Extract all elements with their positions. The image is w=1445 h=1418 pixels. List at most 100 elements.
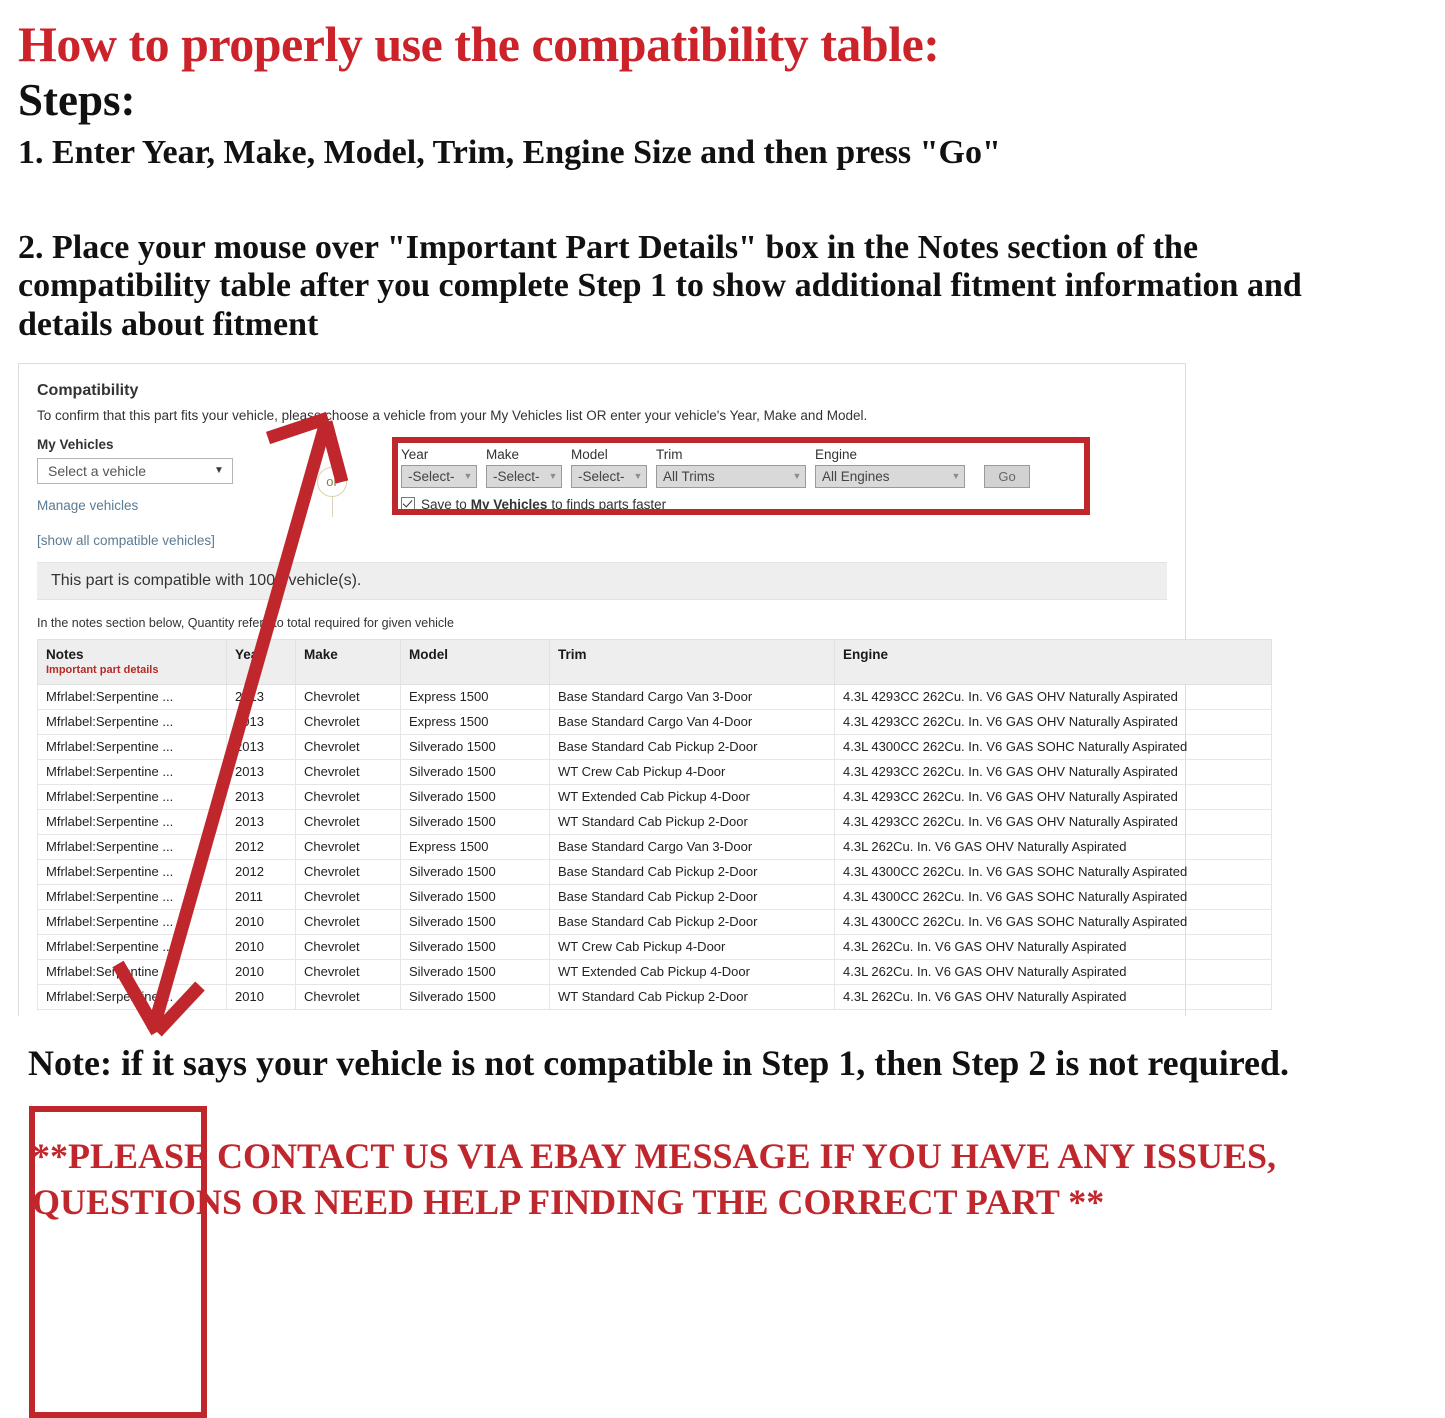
save-bold-label: My Vehicles	[470, 496, 548, 512]
cell-make: Chevrolet	[295, 758, 401, 785]
cell-model: Silverado 1500	[400, 808, 550, 835]
cell-notes[interactable]: Mfrlabel:Serpentine ...	[37, 708, 227, 735]
cell-engine: 4.3L 4300CC 262Cu. In. V6 GAS SOHC Natur…	[834, 733, 1272, 760]
cell-trim: Base Standard Cab Pickup 2-Door	[549, 733, 835, 760]
cell-year: 2012	[226, 858, 296, 885]
cell-year: 2010	[226, 908, 296, 935]
cell-trim: WT Crew Cab Pickup 4-Door	[549, 933, 835, 960]
cell-notes[interactable]: Mfrlabel:Serpentine ...	[37, 858, 227, 885]
year-select[interactable]: -Select- ▼	[401, 464, 477, 488]
column-header-notes-label: Notes	[46, 646, 84, 662]
ymm-field-group: Year -Select- ▼ Make -Select- ▼ Model -S…	[401, 447, 1167, 488]
compatibility-heading: Compatibility	[37, 381, 139, 399]
footer-contact-notice: **PLEASE CONTACT US VIA EBAY MESSAGE IF …	[32, 1135, 1277, 1223]
table-row: Mfrlabel:Serpentine ... 2013 Chevrolet Silv…	[37, 808, 1272, 835]
chevron-down-icon: ▼	[548, 471, 558, 482]
cell-make: Chevrolet	[295, 683, 401, 710]
cell-notes[interactable]: Mfrlabel:Serpentine ...	[37, 883, 227, 910]
cell-trim: WT Extended Cab Pickup 4-Door	[549, 783, 835, 810]
column-header-trim[interactable]: Trim	[549, 638, 835, 685]
or-badge: or	[317, 466, 347, 497]
cell-engine: 4.3L 4293CC 262Cu. In. V6 GAS OHV Natura…	[834, 708, 1272, 735]
or-divider-line-bottom	[331, 496, 333, 517]
column-header-make[interactable]: Make	[295, 638, 401, 685]
chevron-down-icon: ▼	[214, 465, 224, 477]
cell-trim: Base Standard Cargo Van 3-Door	[549, 683, 835, 710]
engine-select-value: All Engines	[822, 468, 890, 484]
cell-notes[interactable]: Mfrlabel:Serpentine ...	[37, 808, 227, 835]
table-row: Mfrlabel:Serpentine ... 2010 Chevrolet Silv…	[37, 908, 1272, 935]
cell-model: Silverado 1500	[400, 858, 550, 885]
cell-engine: 4.3L 4293CC 262Cu. In. V6 GAS OHV Natura…	[834, 683, 1272, 710]
cell-model: Silverado 1500	[400, 983, 550, 1010]
year-field: Year -Select- ▼	[401, 447, 477, 488]
compatibility-subtitle: To confirm that this part fits your vehi…	[37, 407, 868, 423]
cell-notes[interactable]: Mfrlabel:Serpentine ...	[37, 833, 227, 860]
save-to-my-vehicles-row[interactable]: Save to My Vehicles to finds parts faste…	[401, 497, 1167, 512]
chevron-down-icon: ▼	[463, 471, 473, 482]
table-body: Mfrlabel:Serpentine ... 2013 Chevrolet Expr…	[37, 683, 1272, 1010]
year-select-value: -Select-	[408, 468, 455, 484]
column-header-model[interactable]: Model	[400, 638, 550, 685]
save-vehicle-checkbox[interactable]	[401, 497, 415, 512]
cell-engine: 4.3L 4300CC 262Cu. In. V6 GAS SOHC Natur…	[834, 908, 1272, 935]
table-row: Mfrlabel:Serpentine ... 2013 Chevrolet Expr…	[37, 708, 1272, 735]
cell-notes[interactable]: Mfrlabel:Serpentine ...	[37, 983, 227, 1010]
cell-engine: 4.3L 262Cu. In. V6 GAS OHV Naturally Asp…	[834, 833, 1272, 860]
make-select[interactable]: -Select- ▼	[486, 464, 562, 488]
compatibility-panel: Compatibility To confirm that this part …	[18, 362, 1272, 1418]
cell-make: Chevrolet	[295, 708, 401, 735]
cell-engine: 4.3L 4300CC 262Cu. In. V6 GAS SOHC Natur…	[834, 858, 1272, 885]
go-button[interactable]: Go	[984, 464, 1030, 488]
my-vehicles-label: My Vehicles	[37, 436, 114, 452]
cell-trim: WT Extended Cab Pickup 4-Door	[549, 958, 835, 985]
table-row: Mfrlabel:Serpentine ... 2013 Chevrolet Silv…	[37, 733, 1272, 760]
cell-year: 2012	[226, 833, 296, 860]
cell-notes[interactable]: Mfrlabel:Serpentine ...	[37, 783, 227, 810]
make-field: Make -Select- ▼	[486, 447, 562, 488]
column-header-year[interactable]: Year	[226, 638, 296, 685]
compatible-count-banner: This part is compatible with 1000 vehicl…	[37, 561, 1167, 600]
cell-engine: 4.3L 262Cu. In. V6 GAS OHV Naturally Asp…	[834, 933, 1272, 960]
column-header-notes[interactable]: Notes Important part details	[37, 638, 227, 685]
column-header-engine[interactable]: Engine	[834, 638, 1272, 685]
cell-year: 2013	[226, 708, 296, 735]
cell-trim: Base Standard Cargo Van 4-Door	[549, 708, 835, 735]
cell-year: 2011	[226, 883, 296, 910]
cell-year: 2010	[226, 933, 296, 960]
table-row: Mfrlabel:Serpentine ... 2013 Chevrolet Silv…	[37, 783, 1272, 810]
step-1-text: 1. Enter Year, Make, Model, Trim, Engine…	[18, 133, 1001, 171]
cell-model: Express 1500	[400, 833, 550, 860]
model-select[interactable]: -Select- ▼	[571, 464, 647, 488]
cell-make: Chevrolet	[295, 808, 401, 835]
cell-year: 2013	[226, 733, 296, 760]
cell-notes[interactable]: Mfrlabel:Serpentine ...	[37, 958, 227, 985]
vehicle-select-dropdown[interactable]: Select a vehicle ▼	[37, 457, 233, 484]
cell-model: Silverado 1500	[400, 758, 550, 785]
cell-make: Chevrolet	[295, 733, 401, 760]
cell-engine: 4.3L 4293CC 262Cu. In. V6 GAS OHV Natura…	[834, 758, 1272, 785]
steps-heading: Steps:	[18, 74, 136, 125]
trim-select[interactable]: All Trims ▼	[656, 464, 806, 488]
cell-engine: 4.3L 4293CC 262Cu. In. V6 GAS OHV Natura…	[834, 808, 1272, 835]
manage-vehicles-link[interactable]: Manage vehicles	[37, 498, 287, 513]
cell-notes[interactable]: Mfrlabel:Serpentine ...	[37, 683, 227, 710]
year-label: Year	[401, 446, 429, 462]
chevron-down-icon: ▼	[951, 471, 961, 482]
show-all-compatible-vehicles-link[interactable]: [show all compatible vehicles]	[37, 533, 1167, 548]
cell-notes[interactable]: Mfrlabel:Serpentine ...	[37, 758, 227, 785]
cell-trim: WT Standard Cab Pickup 2-Door	[549, 808, 835, 835]
cell-trim: WT Crew Cab Pickup 4-Door	[549, 758, 835, 785]
cell-make: Chevrolet	[295, 933, 401, 960]
cell-make: Chevrolet	[295, 908, 401, 935]
footer-note: Note: if it says your vehicle is not com…	[28, 1042, 1290, 1083]
cell-model: Express 1500	[400, 683, 550, 710]
vehicle-select-value: Select a vehicle	[48, 462, 147, 479]
cell-notes[interactable]: Mfrlabel:Serpentine ...	[37, 733, 227, 760]
cell-notes[interactable]: Mfrlabel:Serpentine ...	[37, 933, 227, 960]
cell-year: 2010	[226, 958, 296, 985]
engine-select[interactable]: All Engines ▼	[815, 464, 965, 488]
cell-engine: 4.3L 262Cu. In. V6 GAS OHV Naturally Asp…	[834, 983, 1272, 1010]
cell-year: 2013	[226, 683, 296, 710]
cell-notes[interactable]: Mfrlabel:Serpentine ...	[37, 908, 227, 935]
